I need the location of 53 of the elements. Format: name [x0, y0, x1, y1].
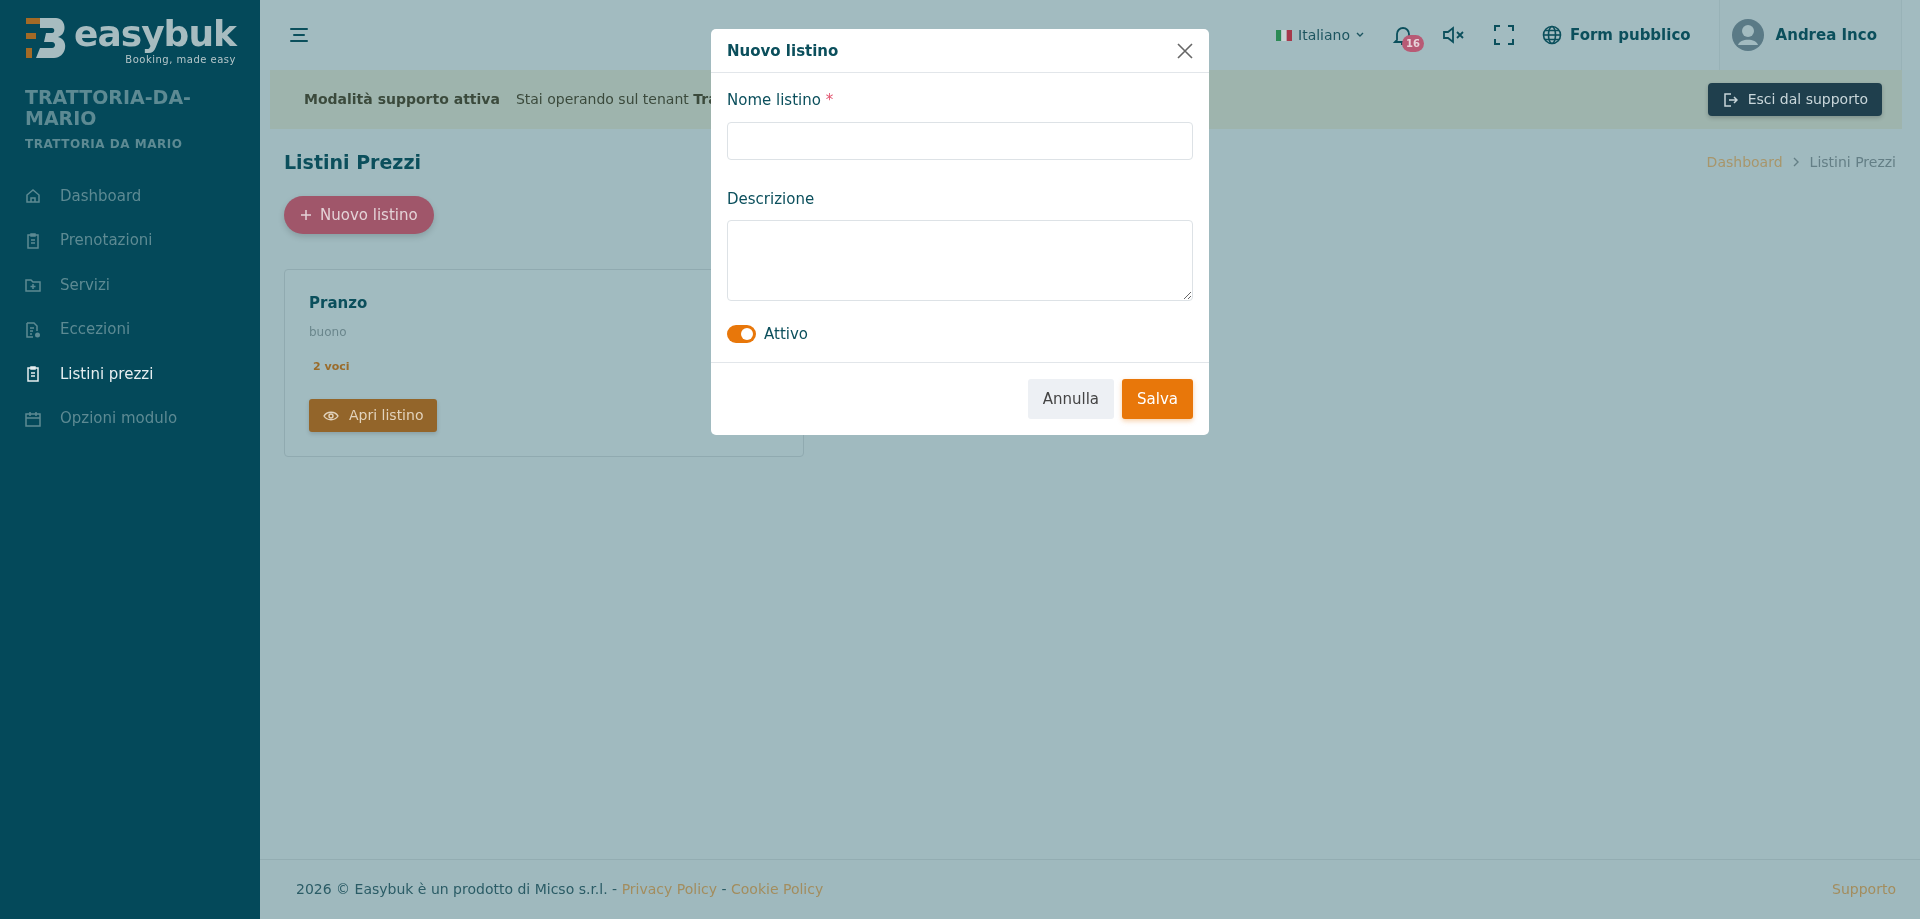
notification-count: 16 — [1402, 35, 1424, 52]
cancel-button[interactable]: Annulla — [1027, 378, 1115, 419]
logo-wordmark: easybuk — [74, 16, 236, 52]
document-icon — [24, 320, 42, 339]
price-list-name: Pranzo — [309, 293, 368, 315]
flag-icon — [1276, 29, 1292, 41]
public-form-link[interactable]: Form pubblico — [1542, 23, 1691, 47]
calendar-icon — [24, 409, 42, 428]
input-field[interactable] — [727, 121, 1193, 160]
fullscreen-icon[interactable] — [1494, 25, 1514, 45]
open-price-list-button[interactable]: Apri listino — [309, 399, 438, 433]
textarea-field[interactable] — [727, 220, 1193, 301]
toggle-switch[interactable] — [727, 325, 756, 344]
toggle-label: Attivo — [764, 324, 808, 345]
globe-icon — [1542, 25, 1562, 45]
close-button[interactable] — [1177, 42, 1193, 59]
sidebar-item[interactable]: Opzioni modulo — [24, 403, 260, 434]
chevron-icon — [1792, 157, 1800, 168]
eye-icon — [323, 409, 339, 422]
item-count: 2 voci — [313, 358, 350, 375]
muted-speaker-icon[interactable] — [1442, 25, 1466, 45]
field-label: Descrizione — [727, 188, 816, 210]
user-menu[interactable]: Andrea Inco — [1718, 0, 1902, 70]
avatar-icon — [1731, 19, 1764, 51]
new-price-list-button[interactable]: Nuovo listino — [284, 195, 434, 235]
exit-support-button[interactable]: Esci dal supporto — [1707, 83, 1882, 116]
language-selector[interactable]: Italiano — [1276, 24, 1364, 46]
sidebar-item[interactable]: Prenotazioni — [24, 225, 260, 256]
sidebar-item[interactable]: Listini prezzi — [24, 358, 260, 390]
sidebar-item[interactable]: Dashboard — [24, 180, 260, 212]
modal-title: Nuovo listino — [727, 41, 839, 60]
clipboard-icon — [24, 231, 42, 250]
sidebar-item[interactable]: Eccezioni — [24, 314, 260, 345]
plus-icon — [300, 209, 312, 222]
logo-tagline: Booking, made easy — [124, 53, 236, 67]
footer-link[interactable]: Privacy Policy — [621, 881, 718, 897]
footer-text: 2026 © Easybuk è un prodotto di Micso s.r.l. - Privacy Policy - Cookie Policy — [296, 880, 824, 899]
tenant-slug: TRATTORIA-DA-MARIO — [24, 87, 192, 129]
home-icon — [24, 187, 42, 206]
menu-icon[interactable] — [290, 27, 308, 43]
banner-title: Modalità supporto attiva — [304, 90, 500, 109]
support-link[interactable]: Supporto — [1832, 879, 1896, 900]
exit-icon — [1721, 91, 1738, 108]
save-button[interactable]: Salva — [1122, 378, 1193, 419]
clipboard-icon — [24, 365, 42, 384]
breadcrumb-current: Listini Prezzi — [1809, 152, 1896, 172]
field-label: Nome listino * — [727, 90, 835, 111]
footer-link[interactable]: Cookie Policy — [731, 881, 824, 897]
sidebar-item[interactable]: Servizi — [24, 269, 260, 301]
caret-icon — [1356, 32, 1364, 38]
page-title: Listini Prezzi — [284, 151, 421, 174]
tenant-name: TRATTORIA DA MARIO — [24, 135, 184, 153]
folder-plus-icon — [24, 276, 42, 295]
